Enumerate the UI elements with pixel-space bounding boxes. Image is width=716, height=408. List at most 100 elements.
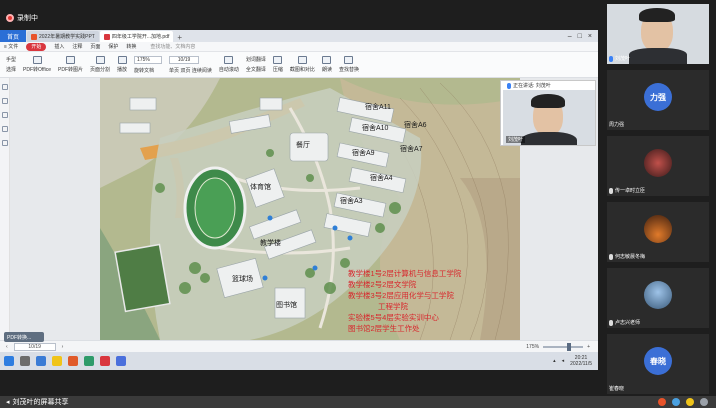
menu-convert[interactable]: 转换 xyxy=(126,43,136,50)
zoom-select[interactable]: 175% xyxy=(134,55,163,64)
find-replace-button[interactable]: 查找替换 xyxy=(339,56,359,73)
tab-pdf[interactable]: 四年级工学院开...加地.pdf xyxy=(99,31,174,42)
play-button[interactable]: 播放 xyxy=(117,56,127,73)
participant-name: 卢志兴老师 xyxy=(609,319,640,326)
menu-bar: ≡ 文件 开始 插入 注释 页面 保护 转换 查找功能、文档内容 xyxy=(0,42,598,52)
mic-icon xyxy=(609,187,613,194)
page-number[interactable]: 10/19 xyxy=(13,342,56,351)
prev-page-icon[interactable]: ‹ xyxy=(6,344,8,350)
participant-tile[interactable]: 力强 周力强 xyxy=(607,70,709,130)
auto-scroll-button[interactable]: 自动滚动 xyxy=(219,56,239,73)
map-label-dorm-a9: 宿舍A9 xyxy=(352,150,375,157)
rotate-button[interactable]: 旋转文档 xyxy=(134,67,162,74)
zoom-control: 175% + xyxy=(526,342,598,351)
participant-tile[interactable]: 卢志兴老师 xyxy=(607,268,709,328)
speaker-window[interactable]: 正在讲话: 刘茂叶 刘茂叶 xyxy=(500,80,596,146)
meeting-app-icon[interactable] xyxy=(116,356,126,366)
tab-home[interactable]: 首页 xyxy=(0,30,26,42)
participant-tile[interactable]: 春晓 崔春晓 xyxy=(607,334,709,394)
search-icon[interactable] xyxy=(1,140,8,146)
wps-icon[interactable] xyxy=(100,356,110,366)
minimize-icon[interactable]: – xyxy=(568,33,572,40)
menu-protect[interactable]: 保护 xyxy=(108,43,118,50)
close-icon[interactable]: × xyxy=(588,33,592,40)
compress-icon xyxy=(273,56,283,64)
menu-file[interactable]: ≡ 文件 xyxy=(4,43,18,50)
participant-tile[interactable]: 刘茂叶 xyxy=(607,4,709,64)
zoom-in-icon[interactable]: + xyxy=(587,344,590,350)
map-label-dorm-a6: 宿舍A6 xyxy=(404,122,427,129)
attachment-icon[interactable] xyxy=(1,126,8,132)
pdf-to-office-button[interactable]: PDF转Office xyxy=(23,56,51,73)
avatar: 力强 xyxy=(644,83,672,111)
compress-button[interactable]: 压缩 xyxy=(273,56,283,73)
clock[interactable]: 20:21 2022/11/5 xyxy=(570,355,592,367)
menu-annotate[interactable]: 注释 xyxy=(72,43,82,50)
network-icon[interactable]: ▴ xyxy=(553,358,556,364)
find-icon xyxy=(344,56,354,64)
single-page-button[interactable]: 单页 xyxy=(169,68,179,74)
next-page-icon[interactable]: › xyxy=(62,344,64,350)
zoom-value: 175% xyxy=(526,343,540,350)
map-label-dorm-a11: 宿舍A11 xyxy=(365,104,391,111)
file-explorer-icon[interactable] xyxy=(52,356,62,366)
annotation-line: 教学楼2号2层文学院 xyxy=(348,280,417,289)
continuous-button[interactable]: 连续阅读 xyxy=(192,68,212,74)
app-tray-icon[interactable] xyxy=(700,398,708,406)
volume-icon[interactable]: ◂ xyxy=(562,358,565,364)
app-tray-icon[interactable] xyxy=(658,398,666,406)
double-page-button[interactable]: 双页 xyxy=(180,68,190,74)
participant-name: 周力强 xyxy=(609,122,625,128)
annotation-line: 图书馆2层学生工作处 xyxy=(348,324,420,333)
minimized-pdf-convert[interactable]: PDF转换... xyxy=(4,332,44,342)
menu-start[interactable]: 开始 xyxy=(26,42,47,51)
participant-shirt xyxy=(629,48,687,64)
system-tray: ▴ ◂ 20:21 2022/11/5 xyxy=(553,355,598,367)
page-input[interactable]: 10/19 xyxy=(169,55,200,64)
task-view-icon[interactable] xyxy=(36,356,46,366)
windows-start-icon[interactable] xyxy=(4,356,14,366)
screen-share-bar: ◂ 刘茂叶的屏幕共享 xyxy=(0,396,716,408)
fulltext-translate-button[interactable]: 全文翻译 xyxy=(246,66,266,73)
participant-name: 刘茂叶 xyxy=(609,55,630,62)
add-tab-button[interactable]: + xyxy=(177,33,182,42)
select-tool[interactable]: 选择 xyxy=(6,66,16,73)
app-icon[interactable] xyxy=(84,356,94,366)
view-modes: 单页 双页 连续阅读 xyxy=(169,67,212,74)
thumbnail-icon[interactable] xyxy=(1,98,8,104)
participant-tile[interactable]: 何志敏晨冬梅 xyxy=(607,202,709,262)
hand-tool[interactable]: 手型 xyxy=(6,56,16,63)
pdf-to-image-button[interactable]: PDF转图片 xyxy=(58,56,83,73)
browser-tabbar: 首页 2022年暑期教学实践PPT 四年级工学院开...加地.pdf + – □… xyxy=(0,30,598,42)
map-label-dorm-a10: 宿舍A10 xyxy=(362,125,389,132)
maximize-icon[interactable]: □ xyxy=(578,33,582,40)
scissors-icon xyxy=(297,56,307,64)
bookmark-icon[interactable] xyxy=(1,84,8,90)
speaker-name: 刘茂叶 xyxy=(506,136,526,143)
avatar xyxy=(644,149,672,177)
screenshot-button[interactable]: 截图和对比 xyxy=(290,56,315,73)
tab-label: 2022年暑期教学实践PPT xyxy=(39,34,95,40)
function-search[interactable]: 查找功能、文档内容 xyxy=(150,43,195,50)
menu-insert[interactable]: 插入 xyxy=(54,43,64,50)
browser-icon[interactable] xyxy=(68,356,78,366)
read-aloud-button[interactable]: 朗读 xyxy=(322,56,332,73)
page-split-button[interactable]: 页面分割 xyxy=(90,56,110,73)
menu-page[interactable]: 页面 xyxy=(90,43,100,50)
app-tray-icon[interactable] xyxy=(672,398,680,406)
app-tray-icon[interactable] xyxy=(686,398,694,406)
speaker-hair xyxy=(531,94,565,108)
mic-icon xyxy=(609,319,613,326)
recording-label: 录制中 xyxy=(17,15,38,22)
tab-ppt[interactable]: 2022年暑期教学实践PPT xyxy=(27,31,99,42)
pdf-toolbar: 手型 选择 PDF转Office PDF转图片 页面分割 播放 175% 旋转文… xyxy=(0,52,598,78)
convert-icon xyxy=(32,56,42,64)
speaker-icon xyxy=(322,56,332,64)
zoom-slider[interactable] xyxy=(543,342,584,351)
participant-tile[interactable]: 传一卓时立臣 xyxy=(607,136,709,196)
comment-icon[interactable] xyxy=(1,112,8,118)
search-taskbar-icon[interactable] xyxy=(20,356,30,366)
zoom-handle[interactable] xyxy=(567,342,572,351)
annotation-line: 教学楼1号2层计算机与信息工学院 xyxy=(348,269,462,278)
highlight-translate-button[interactable]: 划词翻译 xyxy=(246,56,266,63)
